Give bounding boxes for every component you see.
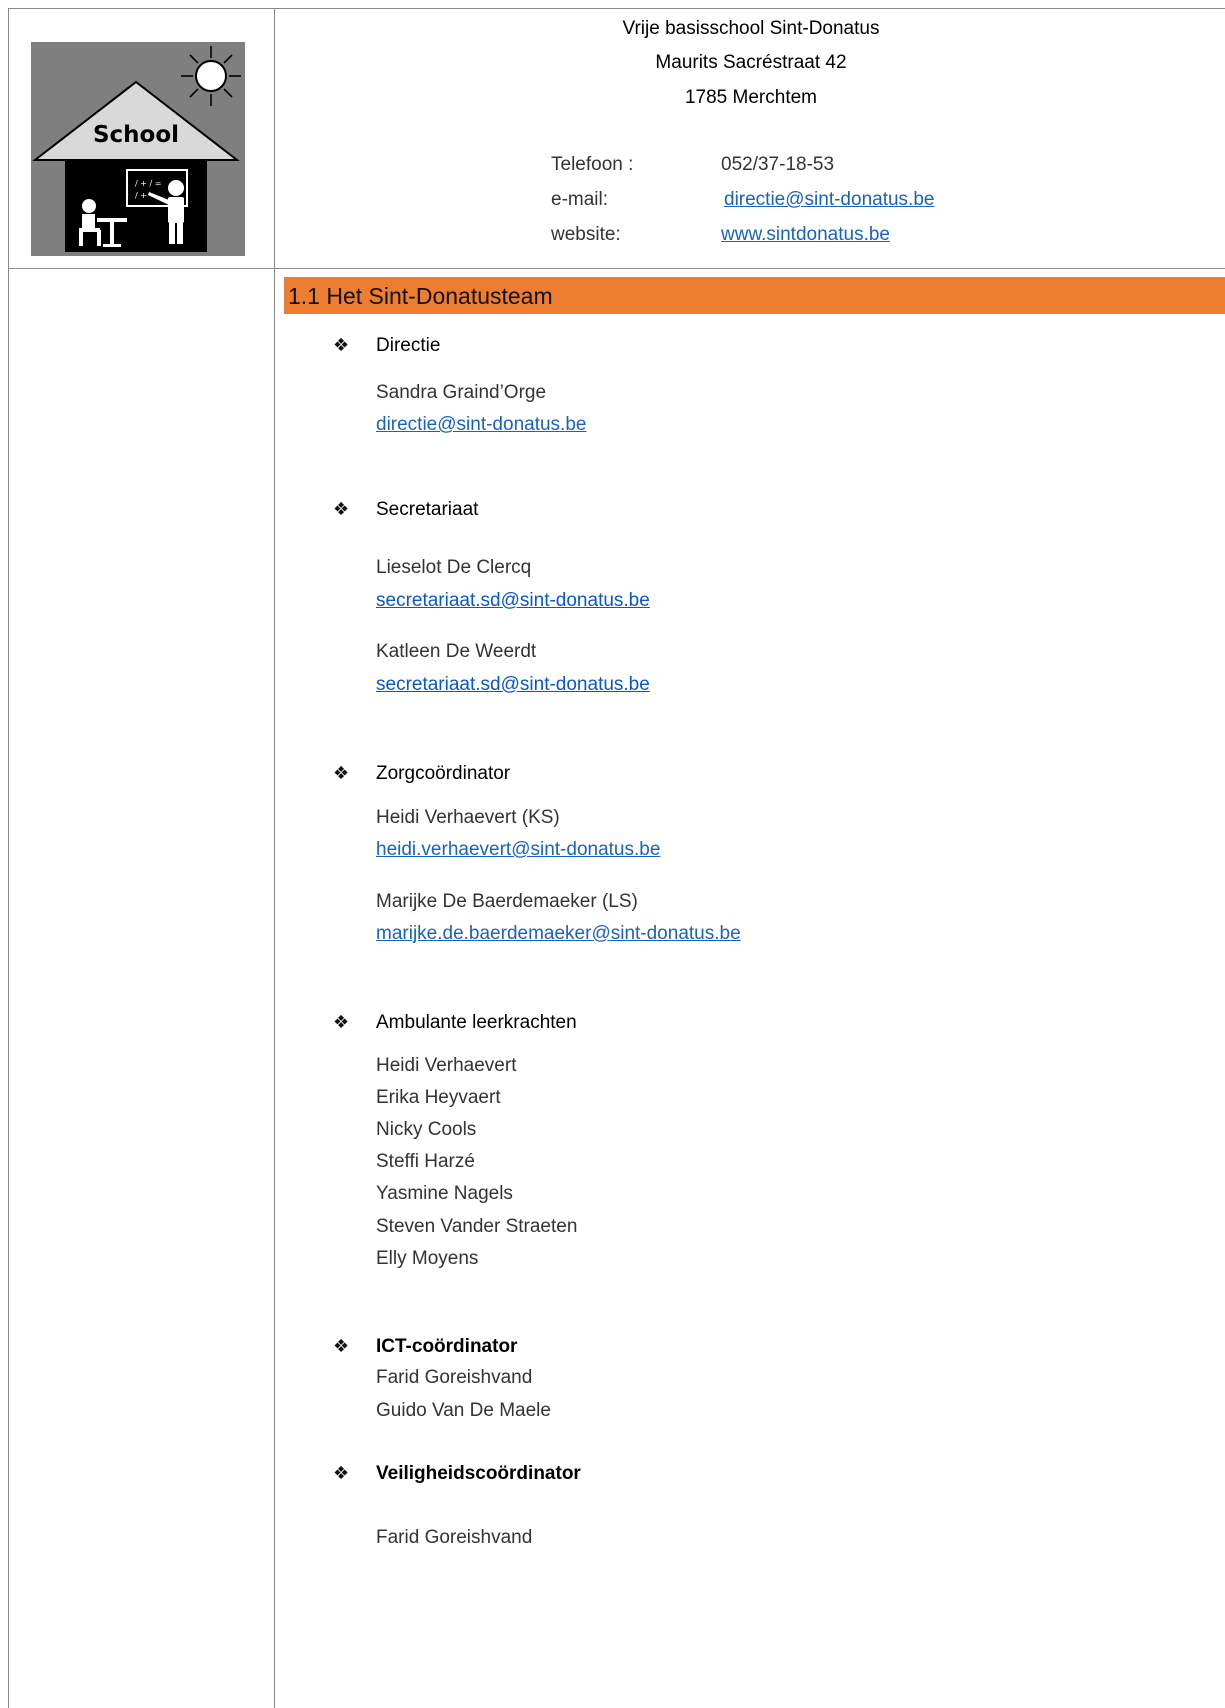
list-item: Yasmine Nagels <box>376 1183 513 1204</box>
phone-label: Telefoon : <box>551 154 634 175</box>
list-item: Steffi Harzé <box>376 1151 475 1172</box>
phone-value: 052/37-18-53 <box>721 154 835 175</box>
school-city: 1785 Merchtem <box>684 87 817 108</box>
person-name: Marijke De Baerdemaeker (LS) <box>376 891 638 912</box>
heading-directie: Directie <box>376 335 441 356</box>
heading-ambulante-leerkrachten: Ambulante leerkrachten <box>376 1012 577 1033</box>
bullet-icon: ❖ <box>333 1336 350 1356</box>
bullet-icon: ❖ <box>333 1012 350 1032</box>
school-street: Maurits Sacréstraat 42 <box>655 52 847 73</box>
section-title: 1.1 Het Sint-Donatusteam <box>288 283 553 309</box>
person-name: Heidi Verhaevert (KS) <box>376 807 560 828</box>
list-item: Farid Goreishvand <box>376 1367 533 1388</box>
bullet-icon: ❖ <box>333 763 350 783</box>
list-item: Guido Van De Maele <box>376 1400 551 1421</box>
table-column-divider <box>274 8 275 1708</box>
person-name: Katleen De Weerdt <box>376 641 537 662</box>
heading-zorgcoordinator: Zorgcoördinator <box>376 763 511 784</box>
list-item: Heidi Verhaevert <box>376 1055 517 1076</box>
heading-ict-coordinator: ICT-coördinator <box>376 1336 518 1357</box>
heading-secretariaat: Secretariaat <box>376 499 479 520</box>
website-link[interactable]: www.sintdonatus.be <box>721 223 890 247</box>
heading-veiligheidscoordinator: Veiligheidscoördinator <box>376 1463 581 1484</box>
email-label: e-mail: <box>551 189 609 210</box>
list-item: Steven Vander Straeten <box>376 1216 578 1237</box>
sun-icon <box>181 46 241 106</box>
person-email-link[interactable]: secretariaat.sd@sint-donatus.be <box>376 673 650 697</box>
logo-school-text: School <box>93 122 179 148</box>
person-email-link[interactable]: heidi.verhaevert@sint-donatus.be <box>376 838 660 862</box>
header-row-divider <box>8 268 1225 269</box>
svg-text:/ + / =: / + / = <box>135 179 161 188</box>
list-item: Elly Moyens <box>376 1248 479 1269</box>
school-name: Vrije basisschool Sint-Donatus <box>622 18 880 39</box>
website-label: website: <box>551 224 621 245</box>
bullet-icon: ❖ <box>333 335 350 355</box>
email-link[interactable]: directie@sint-donatus.be <box>724 188 934 212</box>
list-item: Nicky Cools <box>376 1119 477 1140</box>
bullet-icon: ❖ <box>333 1463 350 1483</box>
person-email-link[interactable]: secretariaat.sd@sint-donatus.be <box>376 589 650 613</box>
list-item: Farid Goreishvand <box>376 1527 533 1548</box>
table-top-border <box>8 8 1225 9</box>
school-logo: School / + / = / + <box>31 42 245 256</box>
person-name: Sandra Graind’Orge <box>376 382 547 403</box>
person-email-link[interactable]: directie@sint-donatus.be <box>376 413 586 437</box>
table-left-border <box>8 8 9 1708</box>
svg-text:/ +: / + <box>135 191 147 200</box>
bullet-icon: ❖ <box>333 499 350 519</box>
list-item: Erika Heyvaert <box>376 1087 501 1108</box>
section-header-band: 1.1 Het Sint-Donatusteam <box>284 277 1225 314</box>
person-name: Lieselot De Clercq <box>376 557 532 578</box>
person-email-link[interactable]: marijke.de.baerdemaeker@sint-donatus.be <box>376 922 741 946</box>
